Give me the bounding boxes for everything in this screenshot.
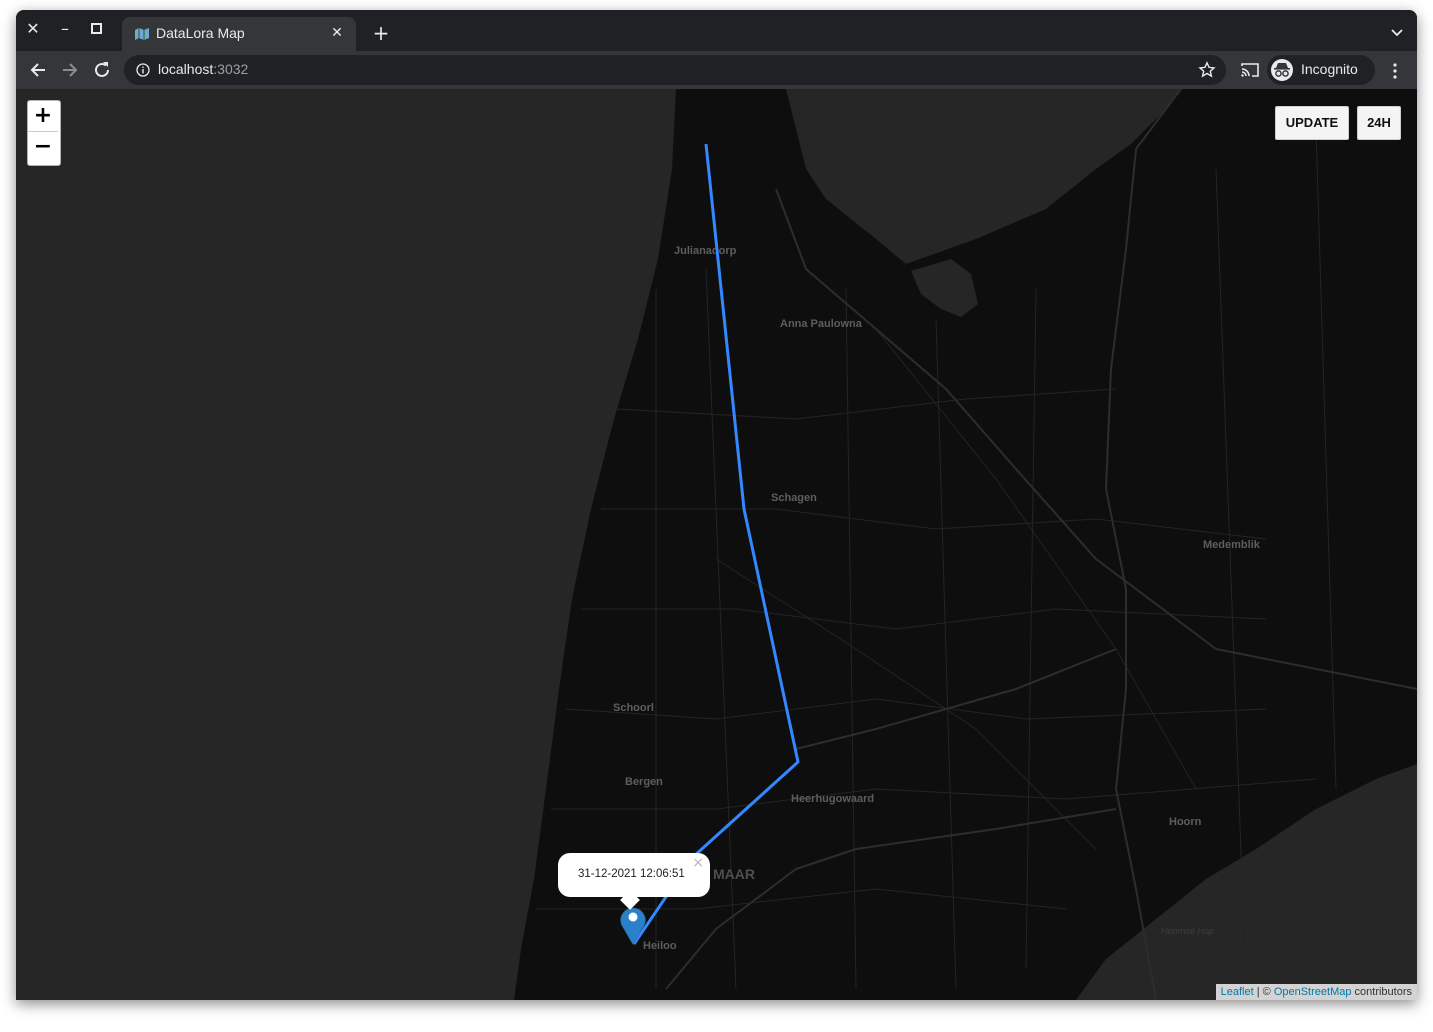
maximize-window-icon[interactable]: [86, 18, 108, 40]
address-bar[interactable]: localhost:3032: [124, 55, 1226, 85]
popup-timestamp: 31-12-2021 12:06:51: [578, 868, 685, 880]
tab-strip: ✕ – DataLora Map ✕ +: [16, 10, 1417, 51]
close-window-icon[interactable]: ✕: [22, 18, 44, 40]
marker-popup: 31-12-2021 12:06:51 ×: [558, 853, 710, 910]
map-attribution: Leaflet | © OpenStreetMap contributors: [1215, 984, 1417, 1000]
cast-icon[interactable]: [1240, 61, 1260, 79]
new-tab-icon[interactable]: +: [370, 22, 392, 44]
forward-arrow-icon[interactable]: [59, 59, 81, 81]
place-label: Medemblik: [1203, 539, 1261, 551]
zoom-in-button[interactable]: +: [28, 101, 58, 132]
update-button[interactable]: UPDATE: [1275, 106, 1349, 140]
place-label: Hoorn: [1169, 816, 1202, 828]
popup-close-icon[interactable]: ×: [692, 855, 704, 871]
kebab-menu-icon[interactable]: [1385, 61, 1405, 81]
attribution-suffix: contributors: [1351, 986, 1412, 998]
browser-toolbar: localhost:3032 Incognito: [16, 51, 1417, 89]
zoom-control: + −: [27, 100, 61, 166]
place-label: Bergen: [625, 776, 663, 788]
place-label: Heiloo: [643, 940, 677, 952]
url-port: :3032: [213, 61, 249, 77]
place-label: MAAR: [713, 866, 755, 882]
place-label: Hoornse Hop: [1161, 926, 1214, 936]
reload-icon[interactable]: [91, 59, 113, 81]
bookmark-star-icon[interactable]: [1198, 61, 1216, 79]
range-24h-button[interactable]: 24H: [1357, 106, 1401, 140]
incognito-icon: [1271, 59, 1293, 81]
leaflet-link[interactable]: Leaflet: [1221, 986, 1254, 998]
place-label: Schoorl: [613, 702, 654, 714]
incognito-label: Incognito: [1301, 61, 1358, 77]
map-tiles[interactable]: Julianadorp Anna Paulowna Schagen Medemb…: [16, 89, 1417, 1000]
site-info-icon[interactable]: [136, 63, 150, 77]
place-label: Anna Paulowna: [780, 318, 863, 330]
place-label: Schagen: [771, 492, 817, 504]
minimize-window-icon[interactable]: –: [54, 18, 76, 40]
incognito-profile-button[interactable]: Incognito: [1267, 55, 1375, 85]
place-label: Heerhugowaard: [791, 793, 874, 805]
tab-close-icon[interactable]: ✕: [328, 24, 346, 42]
tab-title: DataLora Map: [156, 25, 245, 41]
map-container[interactable]: Julianadorp Anna Paulowna Schagen Medemb…: [16, 89, 1417, 1000]
url-host: localhost: [158, 61, 214, 77]
url-text: localhost:3032: [158, 61, 248, 77]
map-favicon-icon: [135, 28, 149, 40]
zoom-out-button[interactable]: −: [28, 132, 58, 162]
back-arrow-icon[interactable]: [27, 59, 49, 81]
tab-search-chevron-icon[interactable]: [1387, 22, 1407, 42]
openstreetmap-link[interactable]: OpenStreetMap: [1274, 986, 1352, 998]
place-label: Julianadorp: [674, 245, 737, 257]
tab-datalora-map[interactable]: DataLora Map ✕: [122, 17, 356, 51]
browser-window: ✕ – DataLora Map ✕ + localhost:3032 Inco…: [16, 10, 1417, 1000]
attribution-separator: | ©: [1253, 986, 1274, 998]
